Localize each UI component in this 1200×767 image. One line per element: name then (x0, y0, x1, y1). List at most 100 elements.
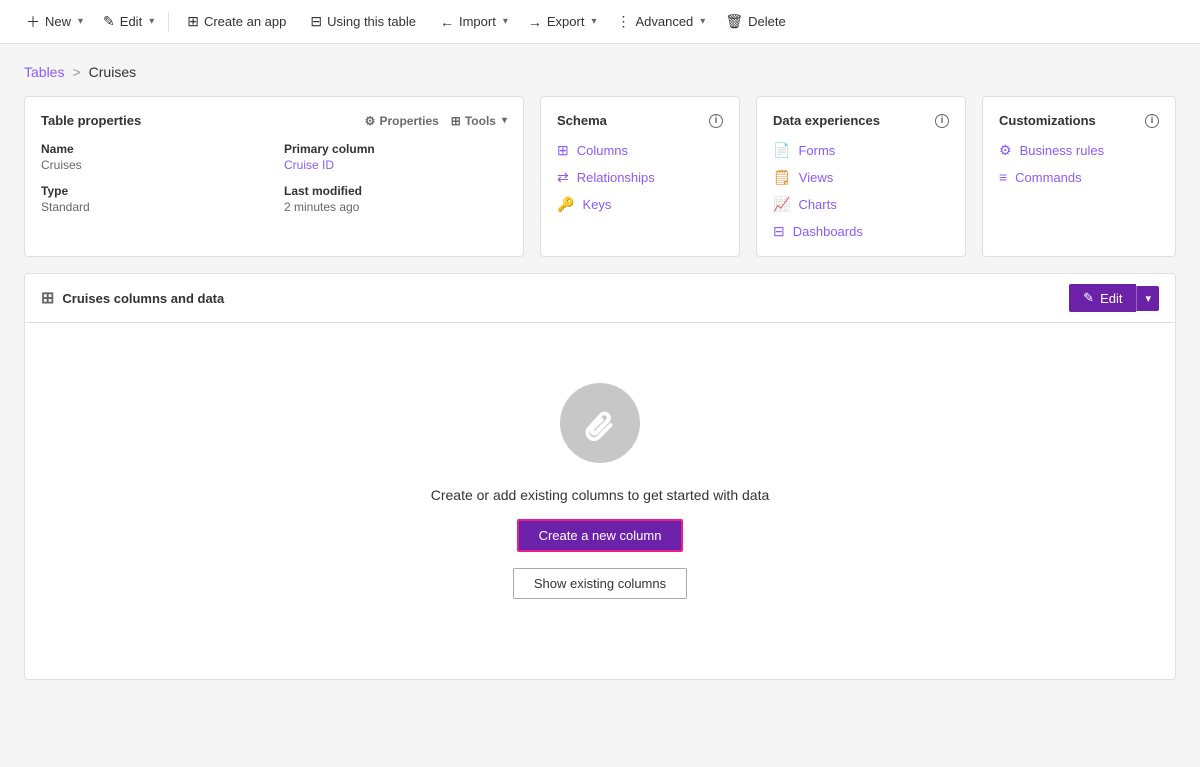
data-edit-label: Edit (1100, 291, 1122, 306)
export-button[interactable]: → Export ▾ (518, 8, 603, 36)
customizations-card: Customizations i ⚙ Business rules ≡ Comm… (982, 96, 1176, 257)
advanced-dropdown-arrow: ▾ (700, 16, 705, 27)
data-experiences-card: Data experiences i 📄 Forms 🗒 Views 📈 Cha… (756, 96, 966, 257)
breadcrumb-separator: > (72, 64, 80, 80)
dashboards-link[interactable]: ⊟ Dashboards (773, 223, 949, 240)
using-this-table-button[interactable]: ⊟ Using this table (300, 7, 426, 36)
prop-name: Name Cruises (41, 142, 264, 172)
toolbar-separator-1 (168, 12, 169, 32)
plus-icon: ＋ (26, 12, 40, 32)
forms-link[interactable]: 📄 Forms (773, 142, 949, 159)
customizations-header: Customizations i (999, 113, 1159, 128)
customizations-links: ⚙ Business rules ≡ Commands (999, 142, 1159, 185)
using-table-label: Using this table (327, 14, 416, 29)
views-icon: 🗒 (773, 169, 791, 186)
business-rules-icon: ⚙ (999, 142, 1012, 159)
data-experiences-header: Data experiences i (773, 113, 949, 128)
empty-state-message: Create or add existing columns to get st… (431, 487, 770, 503)
import-dropdown-arrow: ▾ (503, 16, 508, 27)
properties-action[interactable]: ⚙ Properties (365, 114, 439, 128)
customizations-info-icon: i (1145, 114, 1159, 128)
empty-icon-circle (560, 383, 640, 463)
delete-button[interactable]: 🗑 Delete (715, 7, 795, 36)
data-section-edit-area: ✎ Edit ▾ (1069, 284, 1159, 312)
schema-card: Schema i ⊞ Columns ⇄ Relationships 🔑 Key… (540, 96, 740, 257)
export-icon: → (528, 14, 542, 30)
empty-state: Create or add existing columns to get st… (25, 323, 1175, 679)
import-icon: ← (440, 14, 454, 30)
advanced-label: Advanced (635, 14, 693, 29)
table-properties-header: Table properties ⚙ Properties ⊞ Tools ▾ (41, 113, 507, 128)
new-label: New (45, 14, 71, 29)
dashboards-icon: ⊟ (773, 223, 785, 240)
table-properties-card: Table properties ⚙ Properties ⊞ Tools ▾ … (24, 96, 524, 257)
data-section-title-text: Cruises columns and data (62, 291, 224, 306)
create-app-icon: ⊞ (187, 13, 199, 30)
last-modified-value: 2 minutes ago (284, 200, 507, 214)
edit-icon: ✎ (103, 13, 115, 30)
new-button[interactable]: ＋ New ▾ (16, 6, 89, 38)
data-section: ⊞ Cruises columns and data ✎ Edit ▾ Crea… (24, 273, 1176, 680)
advanced-icon: ⋮ (616, 13, 630, 30)
views-label: Views (799, 170, 833, 185)
columns-link[interactable]: ⊞ Columns (557, 142, 723, 159)
business-rules-link[interactable]: ⚙ Business rules (999, 142, 1159, 159)
prop-type: Type Standard (41, 184, 264, 214)
edit-button[interactable]: ✎ Edit ▾ (93, 7, 160, 36)
data-edit-dropdown-button[interactable]: ▾ (1136, 286, 1159, 311)
prop-last-modified: Last modified 2 minutes ago (284, 184, 507, 214)
name-label: Name (41, 142, 264, 156)
create-app-button[interactable]: ⊞ Create an app (177, 7, 296, 36)
type-label: Type (41, 184, 264, 198)
delete-icon: 🗑 (725, 13, 743, 30)
charts-link[interactable]: 📈 Charts (773, 196, 949, 213)
prop-primary-column: Primary column Cruise ID (284, 142, 507, 172)
type-value: Standard (41, 200, 264, 214)
tools-label: Tools (465, 114, 496, 128)
tools-dropdown-arrow: ▾ (502, 115, 507, 126)
export-dropdown-arrow: ▾ (591, 16, 596, 27)
export-label: Export (547, 14, 585, 29)
views-link[interactable]: 🗒 Views (773, 169, 949, 186)
schema-info-icon: i (709, 114, 723, 128)
import-button[interactable]: ← Import ▾ (430, 8, 514, 36)
columns-icon: ⊞ (557, 142, 569, 159)
breadcrumb-current: Cruises (89, 64, 136, 80)
properties-label: Properties (379, 114, 438, 128)
tools-action[interactable]: ⊞ Tools ▾ (451, 114, 507, 128)
using-table-icon: ⊟ (310, 13, 322, 30)
forms-icon: 📄 (773, 142, 790, 159)
table-properties-actions: ⚙ Properties ⊞ Tools ▾ (365, 114, 507, 128)
relationships-label: Relationships (577, 170, 655, 185)
main-toolbar: ＋ New ▾ ✎ Edit ▾ ⊞ Create an app ⊟ Using… (0, 0, 1200, 44)
schema-title: Schema (557, 113, 607, 128)
data-section-header: ⊞ Cruises columns and data ✎ Edit ▾ (25, 274, 1175, 323)
columns-label: Columns (577, 143, 628, 158)
commands-label: Commands (1015, 170, 1081, 185)
schema-links: ⊞ Columns ⇄ Relationships 🔑 Keys (557, 142, 723, 213)
relationships-icon: ⇄ (557, 169, 569, 186)
keys-icon: 🔑 (557, 196, 574, 213)
create-new-column-button[interactable]: Create a new column (517, 519, 684, 552)
charts-icon: 📈 (773, 196, 790, 213)
advanced-button[interactable]: ⋮ Advanced ▾ (606, 7, 711, 36)
paperclip-icon (582, 405, 618, 441)
delete-label: Delete (748, 14, 786, 29)
data-experiences-info-icon: i (935, 114, 949, 128)
data-edit-icon: ✎ (1083, 290, 1094, 306)
primary-column-label: Primary column (284, 142, 507, 156)
data-experiences-links: 📄 Forms 🗒 Views 📈 Charts ⊟ Dashboards (773, 142, 949, 240)
commands-icon: ≡ (999, 169, 1007, 185)
relationships-link[interactable]: ⇄ Relationships (557, 169, 723, 186)
name-value: Cruises (41, 158, 264, 172)
breadcrumb-parent-link[interactable]: Tables (24, 64, 64, 80)
create-app-label: Create an app (204, 14, 286, 29)
show-existing-columns-button[interactable]: Show existing columns (513, 568, 687, 599)
data-edit-button[interactable]: ✎ Edit (1069, 284, 1136, 312)
keys-link[interactable]: 🔑 Keys (557, 196, 723, 213)
commands-link[interactable]: ≡ Commands (999, 169, 1159, 185)
table-properties-title: Table properties (41, 113, 141, 128)
new-dropdown-arrow: ▾ (78, 16, 83, 27)
primary-column-value[interactable]: Cruise ID (284, 158, 507, 172)
forms-label: Forms (798, 143, 835, 158)
